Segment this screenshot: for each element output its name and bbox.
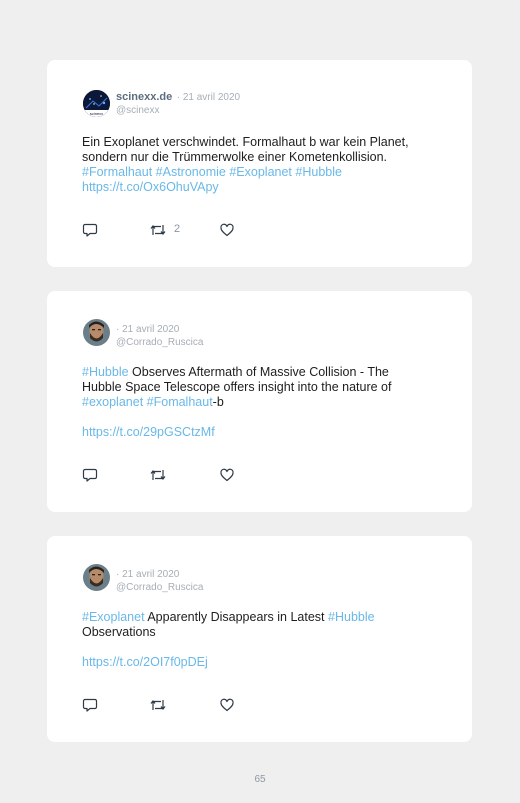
tweet-line-text: Apparently Disappears in Latest xyxy=(144,610,329,624)
like-icon[interactable] xyxy=(219,222,235,238)
tweet-line: #Exoplanet Apparently Disappears in Late… xyxy=(82,610,442,625)
tweet-line: sondern nur die Trümmerwolke einer Komet… xyxy=(82,150,388,164)
tweet-text: Ein Exoplanet verschwindet. Formalhaut b… xyxy=(82,135,442,195)
tweet-meta: · 21 avril 2020 @Corrado_Ruscica xyxy=(116,321,203,349)
hashtag[interactable]: #Hubble xyxy=(295,165,342,179)
hashtag[interactable]: #Astronomie xyxy=(156,165,226,179)
tweet-line: #Hubble Observes Aftermath of Massive Co… xyxy=(82,365,442,380)
hashtag[interactable]: #Hubble xyxy=(82,365,129,379)
tweet-meta: scinexx.de · 21 avril 2020 @scinexx xyxy=(116,89,240,117)
tweet-link[interactable]: https://t.co/Ox6OhuVApy xyxy=(82,180,442,195)
tweet-line: Observations xyxy=(82,625,156,639)
tweet-date[interactable]: · 21 avril 2020 xyxy=(116,569,179,580)
hashtag[interactable]: #Formalhaut xyxy=(82,165,152,179)
tweet-actions xyxy=(82,467,282,483)
tweet-card: · 21 avril 2020 @Corrado_Ruscica #Hubble… xyxy=(47,291,472,512)
hashtag[interactable]: #Hubble xyxy=(328,610,375,624)
reply-icon[interactable] xyxy=(82,697,98,713)
tweet-text: #Hubble Observes Aftermath of Massive Co… xyxy=(82,365,442,440)
tweet-link[interactable]: https://t.co/2OI7f0pDEj xyxy=(82,655,442,670)
tweet-text: #Exoplanet Apparently Disappears in Late… xyxy=(82,610,442,670)
retweet-icon[interactable] xyxy=(149,697,167,713)
hashtag[interactable]: #exoplanet xyxy=(82,395,143,409)
avatar[interactable] xyxy=(83,564,110,591)
tweet-line: #exoplanet #Fomalhaut-b xyxy=(82,395,442,410)
author-name[interactable]: scinexx.de xyxy=(116,91,172,103)
avatar[interactable] xyxy=(83,319,110,346)
tweet-card: · 21 avril 2020 @Corrado_Ruscica #Exopla… xyxy=(47,536,472,742)
hashtag[interactable]: #Fomalhaut xyxy=(147,395,213,409)
tweet-actions: 2 xyxy=(82,222,282,238)
avatar-label: scinexx xyxy=(89,111,104,116)
tweet-line-text: Observes Aftermath of Massive Collision … xyxy=(128,365,389,379)
tweet-line: Hubble Space Telescope offers insight in… xyxy=(82,380,392,394)
hashtag[interactable]: #Exoplanet xyxy=(82,610,145,624)
tweet-line: Ein Exoplanet verschwindet. Formalhaut b… xyxy=(82,135,409,149)
tweet-link[interactable]: https://t.co/29pGSCtzMf xyxy=(82,425,442,440)
author-handle[interactable]: @Corrado_Ruscica xyxy=(116,581,203,594)
retweet-icon[interactable] xyxy=(149,467,167,483)
author-handle[interactable]: @scinexx xyxy=(116,104,240,117)
tweet-date[interactable]: · 21 avril 2020 xyxy=(177,92,240,103)
tweet-line-text: -b xyxy=(212,395,224,409)
tweet-date[interactable]: · 21 avril 2020 xyxy=(116,324,179,335)
avatar[interactable]: scinexx xyxy=(83,90,110,117)
like-icon[interactable] xyxy=(219,697,235,713)
reply-icon[interactable] xyxy=(82,467,98,483)
tweet-meta: · 21 avril 2020 @Corrado_Ruscica xyxy=(116,566,203,594)
page-number: 65 xyxy=(254,774,266,785)
retweet-count: 2 xyxy=(174,223,181,235)
tweet-card: scinexx scinexx.de · 21 avril 2020 @scin… xyxy=(47,60,472,267)
retweet-icon[interactable] xyxy=(149,222,167,238)
reply-icon[interactable] xyxy=(82,222,98,238)
hashtag[interactable]: #Exoplanet xyxy=(229,165,292,179)
hashtag-line: #Formalhaut #Astronomie #Exoplanet #Hubb… xyxy=(82,165,442,180)
like-icon[interactable] xyxy=(219,467,235,483)
tweet-actions xyxy=(82,697,282,713)
author-handle[interactable]: @Corrado_Ruscica xyxy=(116,336,203,349)
